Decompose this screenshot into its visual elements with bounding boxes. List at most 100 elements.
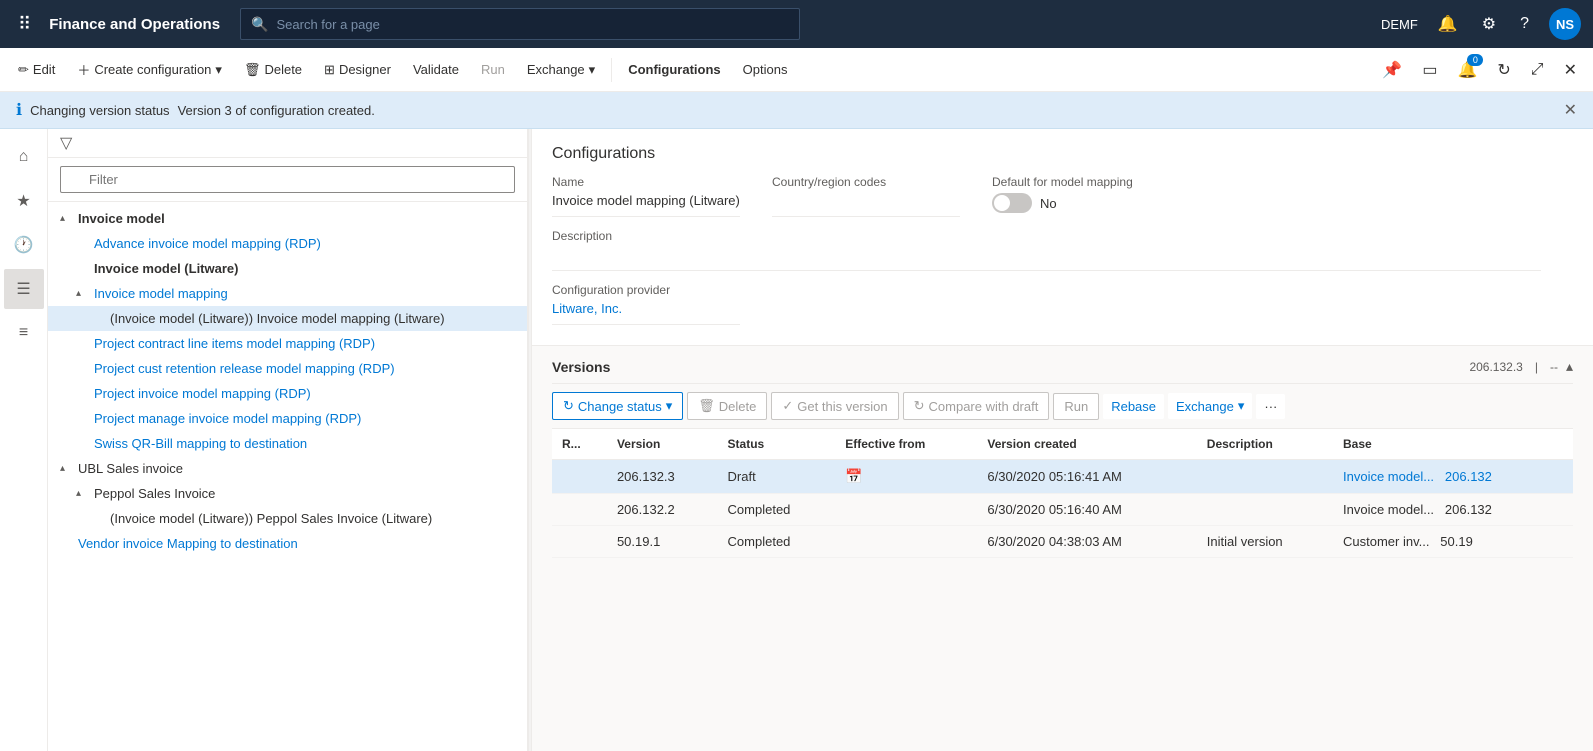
tree-item-invoice-model[interactable]: ▴ Invoice model (48, 206, 527, 231)
tree-item-invoice-litware[interactable]: Invoice model (Litware) (48, 256, 527, 281)
info-icon: ℹ (16, 100, 22, 120)
tree-item-invoice-mapping[interactable]: ▴ Invoice model mapping (48, 281, 527, 306)
recent-nav-icon[interactable]: 🕐 (4, 225, 44, 265)
expand-icon[interactable]: ⤢ (1523, 53, 1552, 87)
versions-title: Versions (552, 359, 1461, 375)
tree-item-vendor[interactable]: Vendor invoice Mapping to destination (48, 531, 527, 556)
country-value (772, 193, 960, 217)
versions-separator2: -- (1550, 360, 1558, 374)
exchange-button[interactable]: Exchange ▾ (517, 56, 605, 84)
tree-item-advance[interactable]: Advance invoice model mapping (RDP) (48, 231, 527, 256)
filter-icon[interactable]: ▽ (60, 133, 72, 153)
more-options-button[interactable]: ··· (1256, 394, 1285, 419)
versions-collapse-icon[interactable]: ▴ (1566, 358, 1573, 375)
top-navigation: ⠿ Finance and Operations 🔍 DEMF 🔔 ⚙ ? NS (0, 0, 1593, 48)
tree-item-project-manage[interactable]: Project manage invoice model mapping (RD… (48, 406, 527, 431)
name-value: Invoice model mapping (Litware) (552, 193, 740, 217)
toggle-knob (994, 195, 1010, 211)
versions-toolbar: ↻ Change status ▾ 🗑 Delete ✓ Get this ve… (552, 384, 1573, 429)
col-status: Status (718, 429, 836, 460)
run-versions-button[interactable]: Run (1053, 393, 1099, 420)
table-row[interactable]: 206.132.3 Draft 📅 6/30/2020 05:16:41 AM … (552, 460, 1573, 494)
col-effective: Effective from (835, 429, 977, 460)
notification-icon[interactable]: 🔔 (1434, 10, 1462, 38)
cell-r (552, 494, 607, 526)
versions-delete-button[interactable]: 🗑 Delete (687, 392, 767, 420)
table-nav-icon[interactable]: ☰ (4, 269, 44, 309)
base-version-link[interactable]: 206.132 (1445, 469, 1492, 484)
command-bar-right: 📌 ▭ 🔔0 ↻ ⤢ ✕ (1374, 52, 1585, 88)
validate-button[interactable]: Validate (403, 56, 469, 83)
default-mapping-toggle[interactable] (992, 193, 1032, 213)
change-status-chevron: ▾ (666, 398, 673, 414)
search-input[interactable] (277, 17, 790, 32)
exchange-versions-button[interactable]: Exchange ▾ (1168, 393, 1252, 419)
tree-item-peppol[interactable]: ▴ Peppol Sales Invoice (48, 481, 527, 506)
description-label: Description (552, 229, 1541, 243)
country-label: Country/region codes (772, 175, 960, 189)
calendar-icon[interactable]: 📅 (845, 468, 862, 484)
provider-field: Configuration provider Litware, Inc. (552, 283, 772, 337)
run-button[interactable]: Run (471, 56, 515, 83)
search-bar-container: 🔍 (240, 8, 800, 40)
filter-input[interactable] (60, 166, 515, 193)
refresh-icon[interactable]: ↻ (1489, 52, 1518, 88)
versions-section: Versions 206.132.3 | -- ▴ ↻ Change statu… (532, 346, 1593, 751)
app-title: Finance and Operations (49, 16, 220, 33)
app-grid-icon[interactable]: ⠿ (12, 8, 37, 41)
versions-separator: | (1535, 360, 1538, 374)
rebase-button[interactable]: Rebase (1103, 394, 1164, 419)
create-config-button[interactable]: ＋ Create configuration ▾ (67, 54, 232, 85)
base-link[interactable]: Invoice model... (1343, 469, 1434, 484)
designer-button[interactable]: ⊞ Designer (314, 56, 401, 84)
provider-value[interactable]: Litware, Inc. (552, 301, 740, 325)
cell-description (1197, 460, 1333, 494)
col-created: Version created (977, 429, 1196, 460)
help-icon[interactable]: ? (1516, 11, 1533, 37)
edit-button[interactable]: ✏ Edit (8, 56, 65, 84)
tree-item-label: Advance invoice model mapping (RDP) (94, 236, 321, 251)
base-version-text: 206.132 (1445, 502, 1492, 517)
table-row[interactable]: 206.132.2 Completed 6/30/2020 05:16:40 A… (552, 494, 1573, 526)
cell-effective (835, 494, 977, 526)
country-field: Country/region codes (772, 175, 992, 229)
favorites-nav-icon[interactable]: ★ (4, 181, 44, 221)
table-row[interactable]: 50.19.1 Completed 6/30/2020 04:38:03 AM … (552, 526, 1573, 558)
col-base: Base (1333, 429, 1573, 460)
notification-close-button[interactable]: ✕ (1564, 100, 1577, 120)
tree-item-label: Invoice model (78, 211, 165, 226)
avatar[interactable]: NS (1549, 8, 1581, 40)
tree-item-project-invoice[interactable]: Project invoice model mapping (RDP) (48, 381, 527, 406)
left-sidebar: ⌂ ★ 🕐 ☰ ≡ (0, 129, 48, 751)
tree-item-ubl[interactable]: ▴ UBL Sales invoice (48, 456, 527, 481)
home-nav-icon[interactable]: ⌂ (4, 137, 44, 177)
tree-item-label: Invoice model mapping (94, 286, 228, 301)
config-section-title: Configurations (552, 145, 1573, 163)
plus-icon: ＋ (77, 60, 90, 79)
tree-item-swiss-qr[interactable]: Swiss QR-Bill mapping to destination (48, 431, 527, 456)
pin-icon[interactable]: 📌 (1374, 52, 1410, 88)
close-icon[interactable]: ✕ (1556, 52, 1585, 88)
configurations-button[interactable]: Configurations (618, 56, 730, 83)
options-button[interactable]: Options (733, 56, 798, 83)
tree-item-label: Swiss QR-Bill mapping to destination (94, 436, 307, 451)
change-status-button[interactable]: ↻ Change status ▾ (552, 392, 683, 420)
panel-icon[interactable]: ▭ (1414, 52, 1445, 88)
delete-icon: 🗑 (244, 62, 261, 78)
tree-item-project-contract[interactable]: Project contract line items model mappin… (48, 331, 527, 356)
tree-item-label: Invoice model (Litware) (94, 261, 238, 276)
tree-item-selected-mapping[interactable]: (Invoice model (Litware)) Invoice model … (48, 306, 527, 331)
get-this-version-button[interactable]: ✓ Get this version (771, 392, 898, 420)
caret-icon: ▴ (76, 488, 90, 499)
notification-badge-icon[interactable]: 🔔0 (1449, 52, 1485, 88)
delete-button[interactable]: 🗑 Delete (234, 56, 312, 84)
cell-version: 206.132.3 (607, 460, 718, 494)
change-status-icon: ↻ (563, 398, 574, 414)
list-nav-icon[interactable]: ≡ (4, 313, 44, 353)
tree-item-label: Project invoice model mapping (RDP) (94, 386, 311, 401)
tree-item-project-cust[interactable]: Project cust retention release model map… (48, 356, 527, 381)
tree-item-peppol-litware[interactable]: (Invoice model (Litware)) Peppol Sales I… (48, 506, 527, 531)
compare-with-draft-button[interactable]: ↻ Compare with draft (903, 392, 1050, 420)
tree-item-label: UBL Sales invoice (78, 461, 183, 476)
settings-icon[interactable]: ⚙ (1478, 10, 1500, 38)
